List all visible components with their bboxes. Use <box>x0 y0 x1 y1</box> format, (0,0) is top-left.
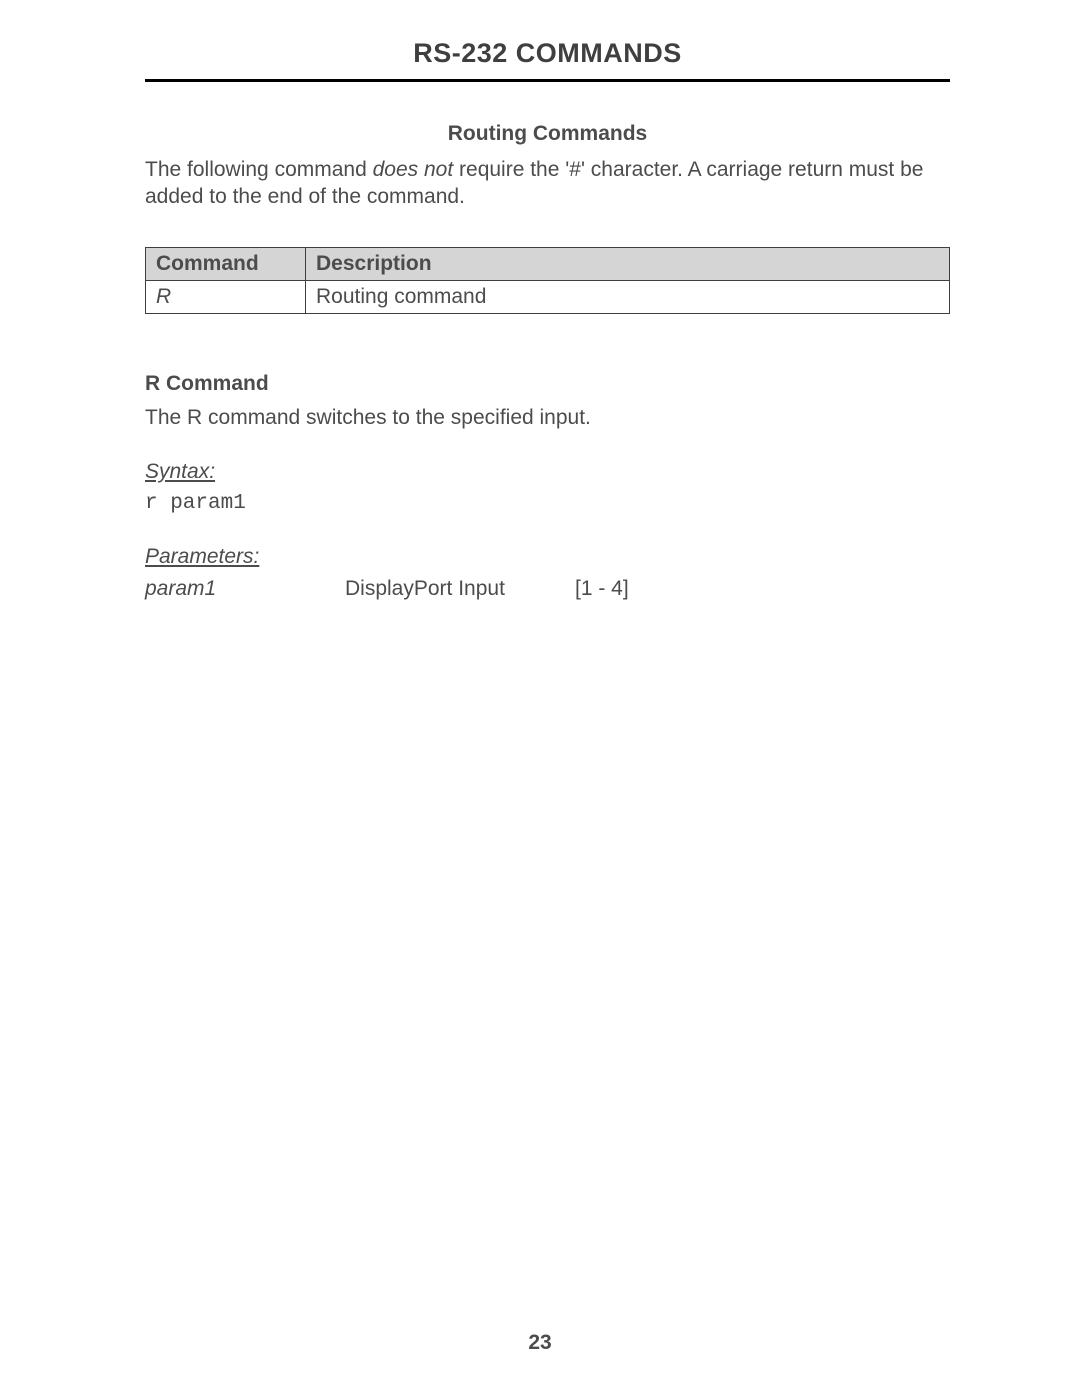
syntax-label: Syntax: <box>145 460 950 484</box>
intro-italic: does not <box>373 158 454 181</box>
param-range: [1 - 4] <box>575 577 629 601</box>
section-heading-routing: Routing Commands <box>145 122 950 146</box>
th-command: Command <box>146 247 306 280</box>
page-header: RS-232 COMMANDS <box>145 38 950 82</box>
page-number: 23 <box>0 1331 1080 1355</box>
intro-prefix: The following command <box>145 158 373 181</box>
th-description: Description <box>306 247 950 280</box>
intro-paragraph: The following command does not require t… <box>145 156 950 211</box>
td-description: Routing command <box>306 280 950 313</box>
r-command-heading: R Command <box>145 372 950 396</box>
param-name: param1 <box>145 577 345 601</box>
td-command: R <box>146 280 306 313</box>
table-row: R Routing command <box>146 280 950 313</box>
r-command-description: The R command switches to the specified … <box>145 406 950 430</box>
table-header-row: Command Description <box>146 247 950 280</box>
param-desc: DisplayPort Input <box>345 577 575 601</box>
command-table: Command Description R Routing command <box>145 247 950 314</box>
parameters-label: Parameters: <box>145 545 950 569</box>
param-row: param1 DisplayPort Input [1 - 4] <box>145 577 950 601</box>
syntax-code: r param1 <box>145 492 950 515</box>
